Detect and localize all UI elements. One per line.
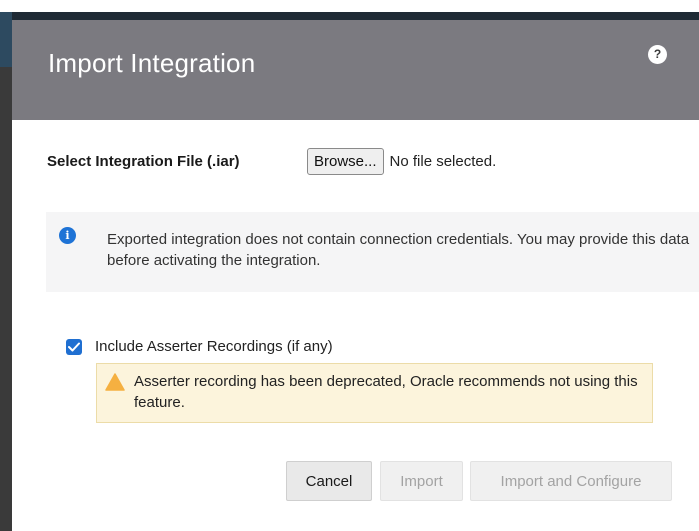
info-message-text: Exported integration does not contain co… [107,231,690,269]
deprecation-warning-text: Asserter recording has been deprecated, … [134,373,638,411]
cancel-button[interactable]: Cancel [286,461,372,501]
warning-icon [105,373,125,391]
file-status: No file selected. [389,152,497,170]
include-asserter-label: Include Asserter Recordings (if any) [95,338,333,355]
backdrop-top [0,0,699,12]
help-button[interactable]: ? [648,45,667,64]
dialog-header: Import Integration ? [12,20,699,120]
backdrop-strip [0,12,699,20]
info-message: i Exported integration does not contain … [46,212,699,292]
browse-button[interactable]: Browse... [307,147,384,175]
asserter-checkbox-row: Include Asserter Recordings (if any) [66,338,333,355]
dialog-title: Import Integration [48,48,256,78]
import-integration-dialog: Import Integration ? Select Integration … [12,20,699,531]
checkmark-icon [68,342,80,351]
import-button[interactable]: Import [380,461,463,501]
file-select-label: Select Integration File (.iar) [47,152,240,170]
page: Import Integration ? Select Integration … [0,0,699,531]
deprecation-warning: Asserter recording has been deprecated, … [96,363,653,423]
import-and-configure-button[interactable]: Import and Configure [470,461,672,501]
include-asserter-checkbox[interactable] [66,338,82,355]
background-left-edge-top [0,12,12,67]
background-left-edge [0,12,12,531]
info-icon: i [59,227,76,244]
file-select-row: Select Integration File (.iar) Browse...… [47,147,496,175]
